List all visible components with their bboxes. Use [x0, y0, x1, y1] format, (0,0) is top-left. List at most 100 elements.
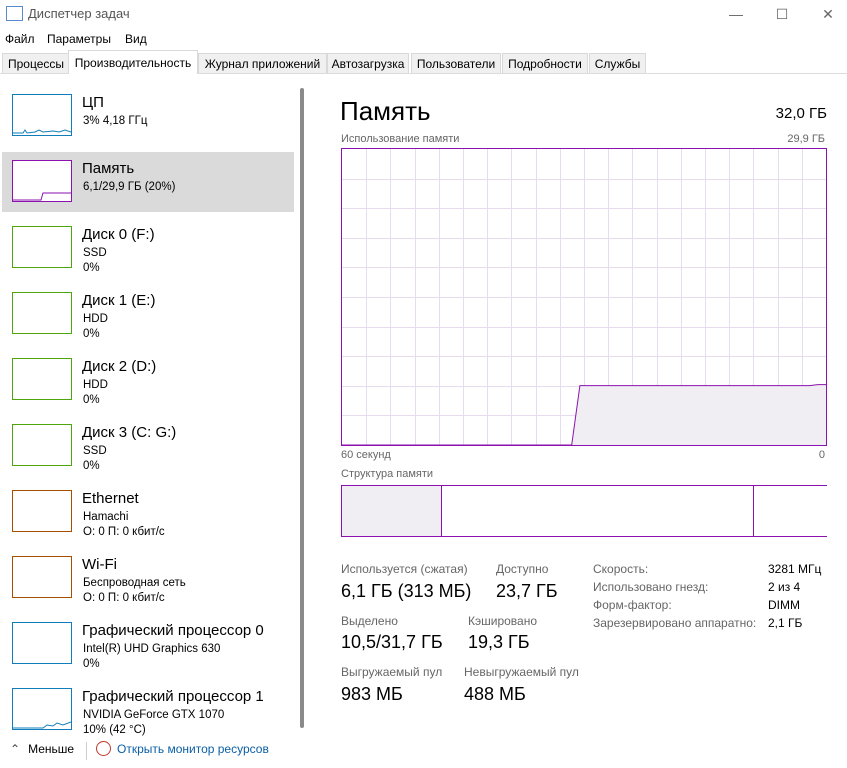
- resource-subtitle: NVIDIA GeForce GTX 1070: [83, 709, 225, 721]
- hardware-reserved-label: Зарезервировано аппаратно:: [593, 616, 757, 630]
- resource-item-cpu[interactable]: ЦП 3% 4,18 ГГц: [2, 86, 294, 146]
- cached-label: Кэшировано: [468, 614, 538, 628]
- open-resource-monitor-link[interactable]: Открыть монитор ресурсов: [117, 742, 269, 756]
- resource-thumbnail-graph: [12, 358, 72, 400]
- task-manager-app-icon: [6, 6, 23, 21]
- resource-item-wifi[interactable]: Wi-Fi Беспроводная сеть О: 0 П: 0 кбит/с: [2, 548, 294, 608]
- paged-pool-value: 983 МБ: [341, 684, 403, 704]
- in-use-value: 6,1 ГБ (313 МБ): [341, 581, 472, 601]
- paged-pool-label: Выгружаемый пул: [341, 665, 443, 679]
- memory-usage-graph: [341, 148, 827, 446]
- tab-processes[interactable]: Процессы: [2, 53, 70, 73]
- memory-structure-free-segment: [753, 486, 827, 536]
- resource-title: Диск 2 (D:): [82, 358, 157, 375]
- resource-subtitle: Intel(R) UHD Graphics 630: [83, 643, 221, 655]
- memory-usage-label: Использование памяти: [341, 133, 460, 145]
- resource-subtitle: SSD: [83, 247, 107, 259]
- minimize-button[interactable]: —: [713, 0, 759, 28]
- maximize-button[interactable]: ☐: [759, 0, 805, 28]
- resource-item-disk-0[interactable]: Диск 0 (F:) SSD 0%: [2, 218, 294, 278]
- resource-thumbnail-graph: [12, 160, 72, 202]
- resource-item-memory[interactable]: Память 6,1/29,9 ГБ (20%): [2, 152, 294, 212]
- resource-value: 0%: [83, 328, 100, 340]
- resource-subtitle: 3% 4,18 ГГц: [83, 115, 148, 127]
- resource-title: ЦП: [82, 94, 104, 111]
- resource-thumbnail-graph: [12, 688, 72, 730]
- resource-thumbnail-graph: [12, 622, 72, 664]
- memory-usage-graph-svg: [342, 149, 826, 446]
- resource-value: 0%: [83, 262, 100, 274]
- hardware-reserved-value: 2,1 ГБ: [768, 616, 803, 630]
- resource-item-disk-3[interactable]: Диск 3 (C: G:) SSD 0%: [2, 416, 294, 476]
- cached-value: 19,3 ГБ: [468, 632, 530, 652]
- available-value: 23,7 ГБ: [496, 581, 558, 601]
- memory-total: 32,0 ГБ: [775, 105, 827, 122]
- thumbnail-line: [13, 129, 71, 134]
- resource-title: Диск 3 (C: G:): [82, 424, 177, 441]
- resource-item-disk-2[interactable]: Диск 2 (D:) HDD 0%: [2, 350, 294, 410]
- memory-structure-standby-segment: [441, 486, 754, 536]
- menu-bar: Файл Параметры Вид: [0, 28, 847, 50]
- fewer-details-label: Меньше: [28, 742, 75, 756]
- title-bar: Диспетчер задач — ☐ ✕: [0, 0, 847, 28]
- speed-value: 3281 МГц: [768, 562, 822, 576]
- chevron-up-icon: ⌃: [10, 742, 21, 756]
- nonpaged-pool-label: Невыгружаемый пул: [464, 665, 579, 679]
- menu-file[interactable]: Файл: [5, 32, 35, 46]
- resource-thumbnail-graph: [12, 424, 72, 466]
- in-use-label: Используется (сжатая): [341, 562, 468, 576]
- time-span-label: 60 секунд: [341, 449, 391, 461]
- memory-usage-area: [342, 384, 826, 445]
- resource-monitor-icon: [96, 741, 111, 756]
- close-button[interactable]: ✕: [805, 0, 847, 28]
- resource-title: Ethernet: [82, 490, 139, 507]
- tab-details[interactable]: Подробности: [502, 53, 588, 73]
- thumbnail-line: [13, 192, 71, 201]
- tab-startup[interactable]: Автозагрузка: [327, 53, 409, 73]
- resource-subtitle: Hamachi: [83, 511, 129, 523]
- resource-item-disk-1[interactable]: Диск 1 (E:) HDD 0%: [2, 284, 294, 344]
- memory-structure-in-use-segment: [342, 486, 441, 536]
- memory-structure-bar: [341, 485, 827, 537]
- speed-label: Скорость:: [593, 562, 649, 576]
- fewer-details-button[interactable]: ⌃ Меньше: [10, 742, 74, 756]
- resource-value: О: 0 П: 0 кбит/с: [83, 592, 165, 604]
- tab-app-history[interactable]: Журнал приложений: [198, 53, 327, 73]
- resource-list-scrollbar[interactable]: [300, 88, 304, 728]
- resource-title: Графический процессор 0: [82, 622, 264, 639]
- resource-title: Диск 0 (F:): [82, 226, 155, 243]
- resource-subtitle: 6,1/29,9 ГБ (20%): [83, 181, 176, 193]
- resource-subtitle: HDD: [83, 313, 108, 325]
- slots-used-value: 2 из 4: [768, 580, 801, 594]
- resource-item-gpu-1[interactable]: Графический процессор 1 NVIDIA GeForce GT…: [2, 680, 294, 740]
- menu-options[interactable]: Параметры: [47, 32, 111, 46]
- resource-item-ethernet[interactable]: Ethernet Hamachi О: 0 П: 0 кбит/с: [2, 482, 294, 542]
- tab-services[interactable]: Службы: [589, 53, 646, 73]
- menu-view[interactable]: Вид: [125, 32, 147, 46]
- resource-thumbnail-graph: [12, 556, 72, 598]
- resource-value: 0%: [83, 460, 100, 472]
- resource-value: 0%: [83, 658, 100, 670]
- form-factor-label: Форм-фактор:: [593, 598, 672, 612]
- resource-title: Диск 1 (E:): [82, 292, 156, 309]
- footer-divider: [86, 742, 87, 760]
- tab-strip: Процессы Производительность Журнал прило…: [0, 50, 847, 74]
- resource-thumbnail-graph: [12, 226, 72, 268]
- memory-usage-max: 29,9 ГБ: [787, 133, 825, 145]
- tab-performance[interactable]: Производительность: [68, 50, 198, 74]
- resource-title: Память: [82, 160, 135, 177]
- resource-thumbnail-graph: [12, 490, 72, 532]
- memory-structure-label: Структура памяти: [341, 468, 434, 480]
- resource-subtitle: HDD: [83, 379, 108, 391]
- resource-item-gpu-0[interactable]: Графический процессор 0 Intel(R) UHD Grap…: [2, 614, 294, 674]
- resource-title: Графический процессор 1: [82, 688, 264, 705]
- resource-value: О: 0 П: 0 кбит/с: [83, 526, 165, 538]
- form-factor-value: DIMM: [768, 598, 800, 612]
- tab-users[interactable]: Пользователи: [411, 53, 501, 73]
- nonpaged-pool-value: 488 МБ: [464, 684, 526, 704]
- resource-value: 0%: [83, 394, 100, 406]
- thumbnail-line: [13, 721, 71, 729]
- page-title: Память: [340, 96, 431, 126]
- resource-title: Wi-Fi: [82, 556, 117, 573]
- resource-subtitle: Беспроводная сеть: [83, 577, 186, 589]
